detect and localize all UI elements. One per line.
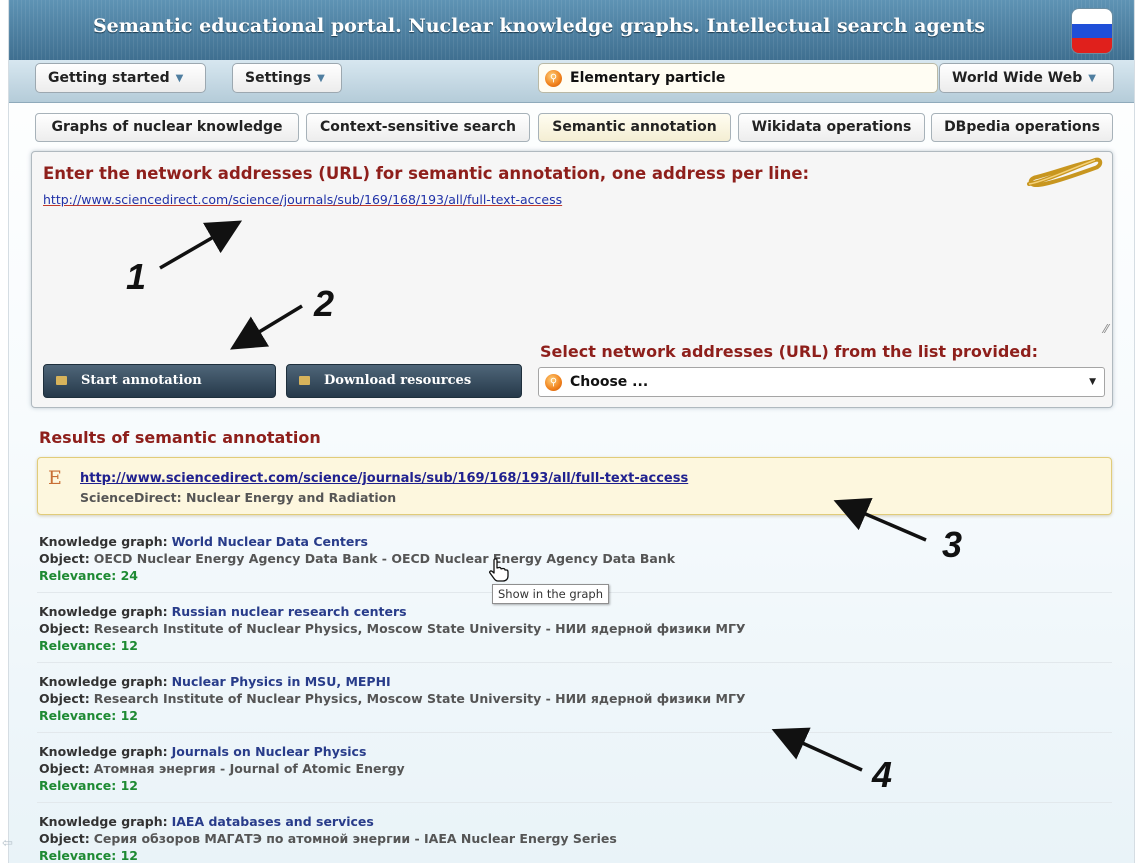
settings-dropdown[interactable]: Settings ▼ xyxy=(232,63,342,93)
folder-icon xyxy=(56,376,67,385)
annotation-number-3: 3 xyxy=(942,524,963,565)
tab-wikidata-operations[interactable]: Wikidata operations xyxy=(738,113,925,142)
source-subtitle: ScienceDirect: Nuclear Energy and Radiat… xyxy=(80,490,397,505)
annotated-source-card: E http://www.sciencedirect.com/science/j… xyxy=(37,457,1112,515)
portal-page: Semantic educational portal. Nuclear kno… xyxy=(8,0,1135,863)
graph-label: Knowledge graph: xyxy=(39,814,168,829)
search-input[interactable]: ⚲ Elementary particle xyxy=(538,63,938,93)
list-item: Knowledge graph: World Nuclear Data Cent… xyxy=(39,533,675,584)
search-value: Elementary particle xyxy=(570,70,726,86)
resize-grip-icon[interactable]: ⁄⁄ xyxy=(1104,322,1108,336)
relevance-value: Relevance: 12 xyxy=(39,848,138,863)
folder-icon xyxy=(299,376,310,385)
tab-dbpedia-operations[interactable]: DBpedia operations xyxy=(931,113,1113,142)
list-item: Knowledge graph: Nuclear Physics in MSU,… xyxy=(39,673,746,724)
graph-link[interactable]: Russian nuclear research centers xyxy=(172,604,407,619)
annotation-number-1: 1 xyxy=(126,256,147,297)
paperclip-icon xyxy=(1027,157,1103,188)
download-resources-button[interactable]: Download resources xyxy=(286,364,522,398)
russian-flag-icon[interactable] xyxy=(1071,8,1113,54)
chevron-down-icon: ▼ xyxy=(1088,73,1096,84)
tab-semantic-annotation[interactable]: Semantic annotation xyxy=(538,113,731,142)
object-label: Object: xyxy=(39,761,90,776)
tab-context-sensitive-search[interactable]: Context-sensitive search xyxy=(306,113,530,142)
results-heading: Results of semantic annotation xyxy=(39,428,321,447)
object-link[interactable]: Серия обзоров МАГАТЭ по атомной энергии … xyxy=(94,831,617,846)
graph-label: Knowledge graph: xyxy=(39,604,168,619)
annotation-heading: Enter the network addresses (URL) for se… xyxy=(43,164,810,183)
annotation-number-2: 2 xyxy=(314,283,335,324)
select-url-label: Select network addresses (URL) from the … xyxy=(540,342,1038,361)
getting-started-dropdown[interactable]: Getting started ▼ xyxy=(35,63,206,93)
start-annotation-label: Start annotation xyxy=(81,373,202,388)
search-orb-icon: ⚲ xyxy=(545,69,562,87)
relevance-value: Relevance: 24 xyxy=(39,568,138,583)
graph-link[interactable]: IAEA databases and services xyxy=(172,814,374,829)
object-link[interactable]: Research Institute of Nuclear Physics, M… xyxy=(94,621,746,636)
scope-label: World Wide Web xyxy=(952,70,1083,86)
url-textarea[interactable]: http://www.sciencedirect.com/science/jou… xyxy=(43,192,562,207)
object-label: Object: xyxy=(39,691,90,706)
relevance-value: Relevance: 12 xyxy=(39,708,138,723)
graph-label: Knowledge graph: xyxy=(39,744,168,759)
relevance-value: Relevance: 12 xyxy=(39,638,138,653)
divider xyxy=(37,732,1112,733)
annotation-panel: Enter the network addresses (URL) for se… xyxy=(31,151,1113,408)
settings-label: Settings xyxy=(245,70,312,86)
annotation-number-4: 4 xyxy=(872,754,893,795)
object-link[interactable]: OECD Nuclear Energy Agency Data Bank - O… xyxy=(94,551,675,566)
list-item: Knowledge graph: IAEA databases and serv… xyxy=(39,813,617,864)
scope-dropdown[interactable]: World Wide Web ▼ xyxy=(939,63,1114,93)
chevron-down-icon: ▼ xyxy=(1089,377,1096,387)
scroll-arrow-icon[interactable]: ⇦ xyxy=(2,836,13,851)
graph-link[interactable]: Nuclear Physics in MSU, MEPHI xyxy=(172,674,391,689)
list-item: Knowledge graph: Journals on Nuclear Phy… xyxy=(39,743,405,794)
tab-graphs-of-nuclear-knowledge[interactable]: Graphs of nuclear knowledge xyxy=(35,113,299,142)
source-marker: E xyxy=(48,467,62,489)
choose-value: Choose ... xyxy=(570,374,649,390)
url-list-select[interactable]: ⚲ Choose ... ▼ xyxy=(538,367,1105,397)
start-annotation-button[interactable]: Start annotation xyxy=(43,364,276,398)
object-link[interactable]: Research Institute of Nuclear Physics, M… xyxy=(94,691,746,706)
graph-link[interactable]: World Nuclear Data Centers xyxy=(172,534,368,549)
getting-started-label: Getting started xyxy=(48,70,170,86)
show-in-graph-tooltip: Show in the graph xyxy=(492,584,610,604)
divider xyxy=(37,662,1112,663)
title-bar: Semantic educational portal. Nuclear kno… xyxy=(9,0,1134,62)
source-url-link[interactable]: http://www.sciencedirect.com/science/jou… xyxy=(80,471,688,486)
object-link[interactable]: Атомная энергия - Journal of Atomic Ener… xyxy=(94,761,405,776)
divider xyxy=(37,802,1112,803)
list-item: Knowledge graph: Russian nuclear researc… xyxy=(39,603,746,654)
portal-title: Semantic educational portal. Nuclear kno… xyxy=(92,15,986,37)
graph-label: Knowledge graph: xyxy=(39,674,168,689)
object-label: Object: xyxy=(39,621,90,636)
chevron-down-icon: ▼ xyxy=(175,73,184,84)
object-label: Object: xyxy=(39,831,90,846)
hand-cursor-icon xyxy=(489,558,509,582)
graph-link[interactable]: Journals on Nuclear Physics xyxy=(172,744,367,759)
graph-label: Knowledge graph: xyxy=(39,534,168,549)
menu-bar: Getting started ▼ Settings ▼ ⚲ Elementary p… xyxy=(9,60,1134,103)
chevron-down-icon: ▼ xyxy=(317,73,325,84)
download-resources-label: Download resources xyxy=(324,373,472,388)
relevance-value: Relevance: 12 xyxy=(39,778,138,793)
object-label: Object: xyxy=(39,551,90,566)
search-orb-icon: ⚲ xyxy=(545,373,562,391)
